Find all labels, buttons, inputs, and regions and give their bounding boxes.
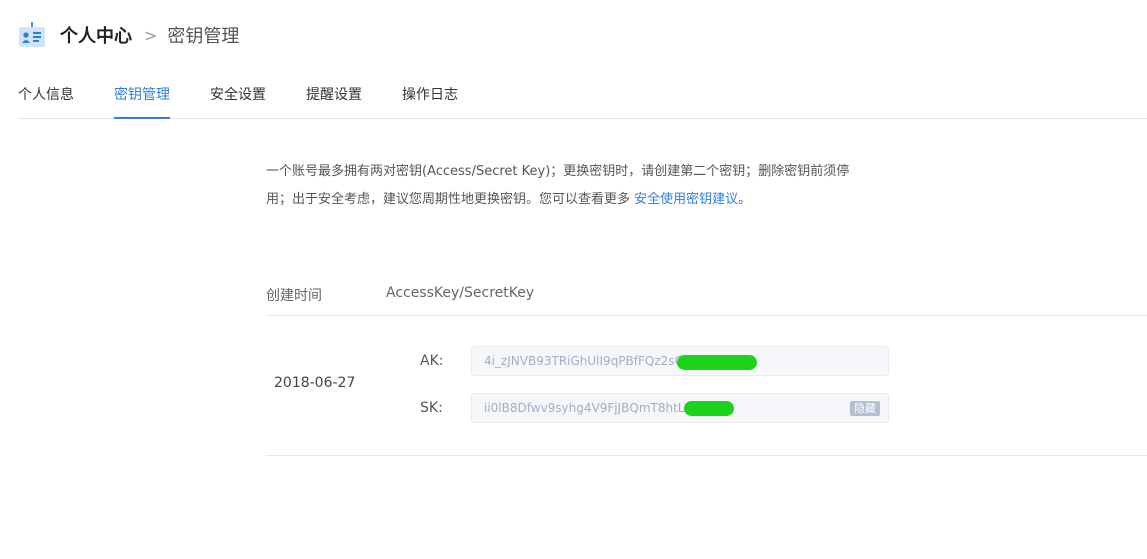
id-card-icon	[18, 22, 46, 48]
access-key-field[interactable]: 4i_zJNVB93TRiGhUlI9qPBfFQz2sG4	[471, 346, 889, 376]
notice-line-2: 用；出于安全考虑，建议您周期性地更换密钥。您可以查看更多 安全使用密钥建议。	[266, 186, 906, 214]
created-date: 2018-06-27	[274, 375, 356, 391]
secret-key-value: ii0lB8Dfwv9syhg4V9FjJBQmT8htLL6	[484, 401, 699, 415]
secret-key-field[interactable]: ii0lB8Dfwv9syhg4V9FjJBQmT8htLL6 隐藏	[471, 393, 889, 423]
redaction-mark	[684, 401, 734, 416]
breadcrumb-root[interactable]: 个人中心	[60, 22, 132, 48]
breadcrumb-current: 密钥管理	[167, 26, 240, 47]
column-header-keys: AccessKey/SecretKey	[386, 285, 535, 301]
hide-secret-button[interactable]: 隐藏	[850, 401, 880, 416]
tab-bar: 个人信息 密钥管理 安全设置 提醒设置 操作日志	[18, 72, 1147, 119]
column-header-created: 创建时间	[266, 288, 322, 304]
notice-line-2-text: 用；出于安全考虑，建议您周期性地更换密钥。您可以查看更多	[266, 192, 635, 207]
page-header: 个人中心 > 密钥管理	[18, 20, 239, 50]
ak-label: AK:	[420, 353, 444, 369]
sk-label: SK:	[420, 400, 443, 416]
notice-tail: 。	[738, 192, 752, 207]
table-header-divider	[266, 315, 1147, 316]
key-notice: 一个账号最多拥有两对密钥(Access/Secret Key)；更换密钥时，请创…	[266, 158, 906, 214]
breadcrumb-separator-icon: >	[144, 25, 158, 45]
active-tab-indicator	[114, 117, 170, 119]
key-security-advice-link[interactable]: 安全使用密钥建议	[634, 192, 738, 207]
tab-key-management[interactable]: 密钥管理	[114, 84, 170, 104]
redaction-mark	[677, 355, 757, 370]
notice-line-1: 一个账号最多拥有两对密钥(Access/Secret Key)；更换密钥时，请创…	[266, 164, 850, 179]
table-bottom-divider	[266, 455, 1147, 456]
tab-reminder-settings[interactable]: 提醒设置	[306, 84, 362, 104]
tab-personal-info[interactable]: 个人信息	[18, 84, 74, 104]
tab-operation-log[interactable]: 操作日志	[402, 84, 458, 104]
tab-security-settings[interactable]: 安全设置	[210, 84, 266, 104]
access-key-value: 4i_zJNVB93TRiGhUlI9qPBfFQz2sG4	[484, 354, 692, 368]
